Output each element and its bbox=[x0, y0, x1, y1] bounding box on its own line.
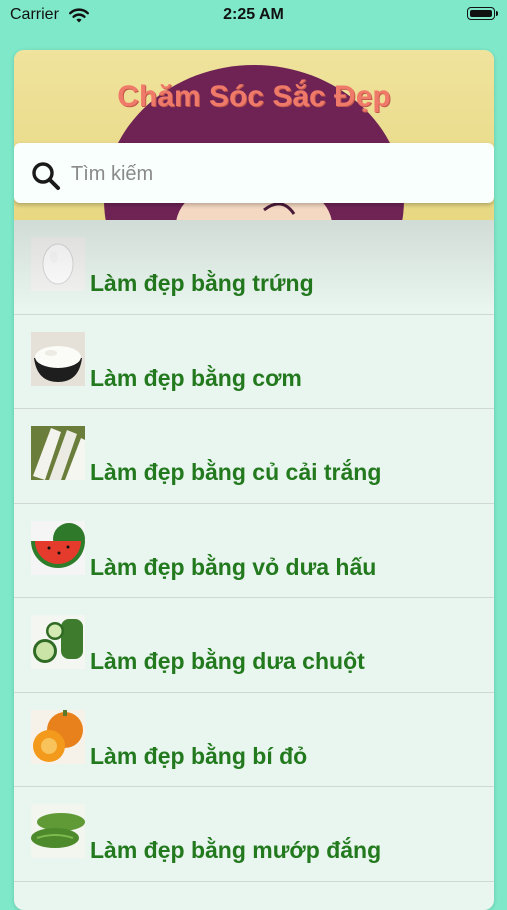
list-item-label: Làm đẹp bằng mướp đắng bbox=[90, 837, 382, 863]
search-input[interactable] bbox=[69, 159, 473, 189]
page-title: Chăm Sóc Sắc Đẹp bbox=[117, 80, 391, 113]
list-item-label: Làm đẹp bằng bí đỏ bbox=[90, 742, 308, 769]
cucumber-thumbnail bbox=[31, 615, 85, 669]
egg-thumbnail bbox=[31, 237, 85, 291]
search-bar[interactable] bbox=[14, 143, 494, 203]
list-item-rice[interactable]: Làm đẹp bằng cơm bbox=[14, 315, 494, 409]
clock: 2:25 AM bbox=[223, 6, 284, 23]
list-item-bitter-melon[interactable]: Làm đẹp bằng mướp đắng bbox=[14, 787, 494, 882]
list-item-pumpkin[interactable]: Làm đẹp bằng bí đỏ bbox=[14, 693, 494, 787]
list-item-label: Làm đẹp bằng trứng bbox=[90, 270, 314, 296]
list-item-radish[interactable]: Làm đẹp bằng củ cải trắng bbox=[14, 409, 494, 504]
content-card: Chăm Sóc Sắc Đẹp Làm đẹp bằng trứng Làm … bbox=[14, 50, 494, 910]
pumpkin-thumbnail bbox=[31, 709, 85, 764]
battery-icon bbox=[467, 7, 498, 20]
search-icon[interactable] bbox=[30, 160, 62, 192]
topic-list: Làm đẹp bằng trứng Làm đẹp bằng cơm Làm … bbox=[14, 220, 494, 882]
list-item-label: Làm đẹp bằng củ cải trắng bbox=[90, 459, 382, 485]
list-item-cucumber[interactable]: Làm đẹp bằng dưa chuột bbox=[14, 598, 494, 693]
watermelon-thumbnail bbox=[31, 520, 85, 575]
list-item-label: Làm đẹp bằng cơm bbox=[90, 364, 302, 391]
rice-bowl-thumbnail bbox=[31, 331, 85, 386]
white-radish-thumbnail bbox=[31, 426, 85, 480]
list-item-label: Làm đẹp bằng dưa chuột bbox=[90, 648, 365, 674]
list-item-watermelon[interactable]: Làm đẹp bằng vỏ dưa hấu bbox=[14, 504, 494, 598]
status-bar: Carrier 2:25 AM bbox=[0, 0, 507, 32]
bitter-melon-thumbnail bbox=[31, 804, 85, 858]
list-item-label: Làm đẹp bằng vỏ dưa hấu bbox=[90, 553, 377, 580]
list-item-egg[interactable]: Làm đẹp bằng trứng bbox=[14, 220, 494, 315]
